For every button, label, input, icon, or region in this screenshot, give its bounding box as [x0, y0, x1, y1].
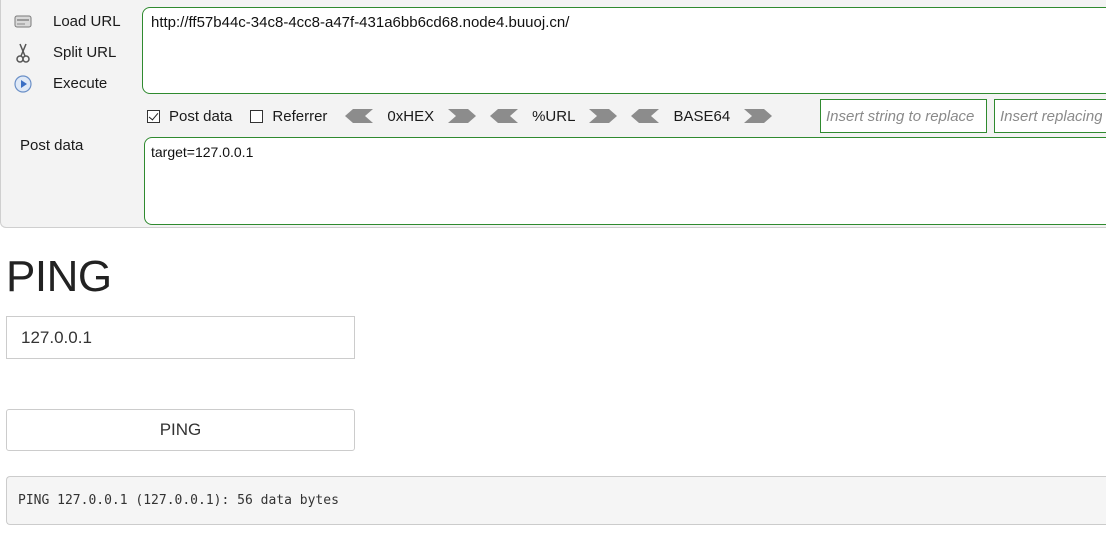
base64-label: BASE64	[673, 107, 731, 125]
checkbox-unchecked-icon	[250, 109, 264, 123]
post-data-field[interactable]: target=127.0.0.1	[144, 137, 1106, 225]
hex-label: 0xHEX	[387, 107, 435, 125]
checkbox-checked-icon	[147, 109, 160, 123]
encode-arrow-right-icon[interactable]	[744, 109, 773, 123]
replacing-string-input[interactable]	[994, 99, 1106, 133]
split-url-button[interactable]: Split URL	[11, 37, 136, 68]
url-encode-label: %URL	[532, 107, 576, 125]
ping-output: PING 127.0.0.1 (127.0.0.1): 56 data byte…	[6, 476, 1106, 525]
referrer-checkbox[interactable]: Referrer	[250, 108, 327, 125]
replace-string-input[interactable]	[820, 99, 987, 133]
load-url-label: Load URL	[53, 13, 121, 30]
encode-arrow-right-icon[interactable]	[589, 109, 618, 123]
execute-label: Execute	[53, 75, 108, 92]
load-url-button[interactable]: Load URL	[11, 6, 136, 37]
decode-arrow-left-icon[interactable]	[345, 109, 374, 123]
load-url-icon	[11, 11, 35, 33]
decode-arrow-left-icon[interactable]	[631, 109, 660, 123]
hex-encoder: 0xHEX	[345, 107, 477, 125]
post-data-field-label: Post data	[20, 137, 84, 154]
base64-encoder: BASE64	[631, 107, 773, 125]
url-field[interactable]: http://ff57b44c-34c8-4cc8-a47f-431a6bb6c…	[142, 7, 1106, 94]
post-data-checkbox[interactable]: Post data	[147, 108, 232, 125]
page-title: PING	[6, 252, 112, 301]
url-encoder: %URL	[490, 107, 618, 125]
options-row: Post data Referrer 0xHEX %URL BASE64	[147, 101, 786, 131]
ip-input[interactable]	[6, 316, 355, 359]
encode-arrow-right-icon[interactable]	[448, 109, 477, 123]
post-data-checkbox-label: Post data	[169, 107, 233, 125]
hackbar-panel: Load URL Split URL Execute http://ff57b4…	[0, 0, 1106, 228]
ping-button[interactable]: PING	[6, 409, 355, 451]
split-url-label: Split URL	[53, 44, 117, 61]
play-icon	[11, 73, 35, 95]
decode-arrow-left-icon[interactable]	[490, 109, 519, 123]
hackbar-actions: Load URL Split URL Execute	[11, 6, 136, 99]
scissors-icon	[11, 42, 35, 64]
referrer-checkbox-label: Referrer	[272, 107, 328, 125]
execute-button[interactable]: Execute	[11, 68, 136, 99]
